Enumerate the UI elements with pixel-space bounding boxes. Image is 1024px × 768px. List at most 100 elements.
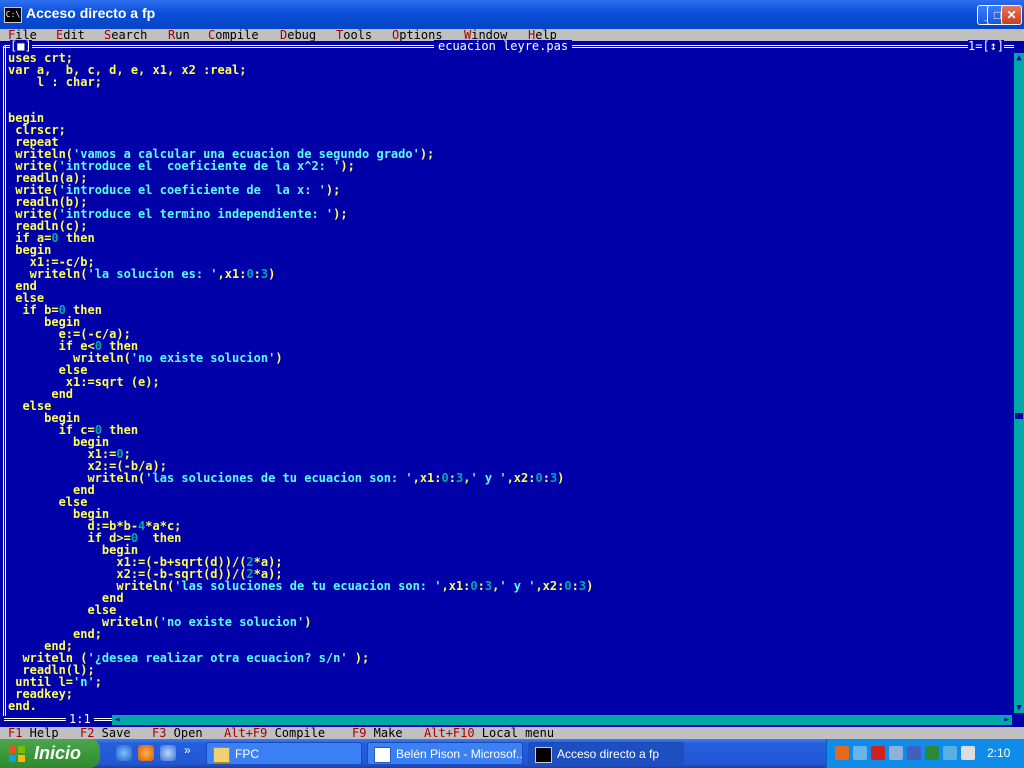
- start-label: Inicio: [34, 743, 82, 763]
- windows-flag-icon: [9, 746, 25, 762]
- console-app-icon[interactable]: C:\: [4, 7, 22, 23]
- shortcut-label: Compile: [267, 726, 326, 740]
- internet-explorer-icon[interactable]: [116, 745, 132, 761]
- menu-label: ompile: [215, 28, 259, 42]
- code-area[interactable]: uses crt; var a, b, c, d, e, x1, x2 :real…: [8, 52, 593, 712]
- quicklaunch-more-icon[interactable]: »: [184, 743, 191, 757]
- editor-filename: ecuacion leyre.pas: [434, 40, 573, 52]
- status-shortcut[interactable]: Alt+F10 Local menu: [424, 727, 554, 739]
- taskbar: Inicio » FPC Belén Pison - Microsof... A…: [0, 739, 1024, 768]
- vertical-scrollbar[interactable]: ▲ ▼: [1014, 53, 1024, 713]
- tray-network-icon[interactable]: [853, 746, 867, 760]
- editor-frame-left: [3, 46, 6, 716]
- cursor-position: 1:1: [66, 713, 94, 725]
- shortcut-key: F2: [80, 726, 95, 740]
- menu-label: earch: [111, 28, 148, 42]
- zoom-button[interactable]: [↕]: [982, 39, 1004, 53]
- code-line[interactable]: clrscr;: [8, 124, 593, 136]
- task-label: Acceso directo a fp: [557, 747, 660, 761]
- tray-app-icon[interactable]: [835, 746, 849, 760]
- scroll-left-arrow-icon[interactable]: ◄: [112, 715, 122, 725]
- scroll-right-arrow-icon[interactable]: ►: [1002, 715, 1012, 725]
- menu-item[interactable]: Debug: [280, 29, 316, 41]
- tray-shield-icon[interactable]: [871, 746, 885, 760]
- code-line[interactable]: else: [8, 400, 593, 412]
- menu-label: ebug: [287, 28, 317, 42]
- status-bar: F1 Help F2 Save F3 Open Alt+F9 Compile F9 Ma…: [0, 727, 1024, 739]
- code-line[interactable]: readln(c);: [8, 220, 593, 232]
- shortcut-label: Open: [166, 726, 203, 740]
- status-shortcut[interactable]: F9 Make: [352, 727, 403, 739]
- code-line[interactable]: end: [8, 484, 593, 496]
- console-icon: [535, 747, 552, 763]
- tray-app-icon[interactable]: [889, 746, 903, 760]
- task-label: Belén Pison - Microsof...: [396, 747, 523, 761]
- status-shortcut[interactable]: F2 Save: [80, 727, 131, 739]
- menu-label: ools: [343, 28, 373, 42]
- code-line[interactable]: readkey;: [8, 688, 593, 700]
- menu-label: un: [175, 28, 190, 42]
- tray-network-icon[interactable]: [943, 746, 957, 760]
- task-word-document[interactable]: Belén Pison - Microsof...: [367, 742, 523, 765]
- code-line[interactable]: writeln ('¿desea realizar otra ecuacion?…: [8, 652, 593, 664]
- code-line[interactable]: if b=0 then: [8, 304, 593, 316]
- code-line[interactable]: begin: [8, 244, 593, 256]
- start-button[interactable]: Inicio: [0, 739, 100, 768]
- firefox-icon[interactable]: [138, 745, 154, 761]
- fp-ide: File Edit Search Run Compile Debug Tools Option…: [0, 29, 1024, 739]
- editor-frame-bottom: 1:1 ◄ ►: [0, 713, 1024, 726]
- code-line[interactable]: end.: [8, 700, 593, 712]
- menu-item[interactable]: Run: [168, 29, 190, 41]
- code-line[interactable]: l : char;: [8, 76, 593, 88]
- shortcut-label: Save: [94, 726, 131, 740]
- word-icon: [374, 747, 391, 763]
- close-button[interactable]: ✕: [1001, 5, 1022, 25]
- code-line[interactable]: end: [8, 280, 593, 292]
- system-tray: 2:10: [826, 739, 1024, 768]
- menu-label: dit: [63, 28, 85, 42]
- code-line[interactable]: [8, 100, 593, 112]
- code-line[interactable]: write('introduce el coeficiente de la x^…: [8, 160, 593, 172]
- code-line[interactable]: end: [8, 388, 593, 400]
- ie-quicklaunch-icon[interactable]: [160, 745, 176, 761]
- shortcut-label: Make: [366, 726, 403, 740]
- tray-app-icon[interactable]: [907, 746, 921, 760]
- window-title: Acceso directo a fp: [26, 5, 156, 21]
- code-line[interactable]: if a=0 then: [8, 232, 593, 244]
- status-shortcut[interactable]: Alt+F9 Compile: [224, 727, 325, 739]
- menu-item[interactable]: Compile: [208, 29, 259, 41]
- shortcut-key: Alt+F10: [424, 726, 475, 740]
- tray-app-icon[interactable]: [925, 746, 939, 760]
- code-line[interactable]: write('introduce el termino independient…: [8, 208, 593, 220]
- code-line[interactable]: begin: [8, 112, 593, 124]
- code-line[interactable]: end;: [8, 628, 593, 640]
- editor-window-controls[interactable]: 1=[↕]: [968, 39, 1005, 53]
- scroll-down-arrow-icon[interactable]: ▼: [1014, 703, 1024, 713]
- scroll-up-arrow-icon[interactable]: ▲: [1014, 53, 1024, 63]
- shortcut-key: Alt+F9: [224, 726, 268, 740]
- folder-icon: [213, 747, 230, 763]
- code-line[interactable]: until l='n';: [8, 676, 593, 688]
- shortcut-label: Help: [22, 726, 59, 740]
- horizontal-scrollbar[interactable]: ◄ ►: [112, 715, 1012, 725]
- shortcut-key: F9: [352, 726, 367, 740]
- code-line[interactable]: writeln('las soluciones de tu ecuacion s…: [8, 472, 593, 484]
- window-title-bar[interactable]: C:\ Acceso directo a fp _ □ ✕: [0, 0, 1024, 29]
- code-line[interactable]: writeln('la solucion es: ',x1:0:3): [8, 268, 593, 280]
- code-line[interactable]: writeln('no existe solucion'): [8, 352, 593, 364]
- status-shortcut[interactable]: F3 Open: [152, 727, 203, 739]
- code-line[interactable]: write('introduce el coeficiente de la x:…: [8, 184, 593, 196]
- status-shortcut[interactable]: F1 Help: [8, 727, 59, 739]
- task-fpc[interactable]: FPC: [206, 742, 362, 765]
- editor-window: [■] ecuacion leyre.pas 1=[↕] uses crt; va…: [0, 39, 1024, 727]
- vertical-scroll-thumb[interactable]: [1015, 413, 1023, 419]
- code-line[interactable]: [8, 88, 593, 100]
- menu-item[interactable]: Edit: [56, 29, 85, 41]
- menu-item[interactable]: Search: [104, 29, 147, 41]
- volume-icon[interactable]: [961, 746, 975, 760]
- clock: 2:10: [987, 746, 1011, 760]
- task-label: FPC: [235, 747, 259, 761]
- menu-item[interactable]: Tools: [336, 29, 372, 41]
- task-fp-console[interactable]: Acceso directo a fp: [528, 742, 684, 765]
- code-line[interactable]: x1:=sqrt (e);: [8, 376, 593, 388]
